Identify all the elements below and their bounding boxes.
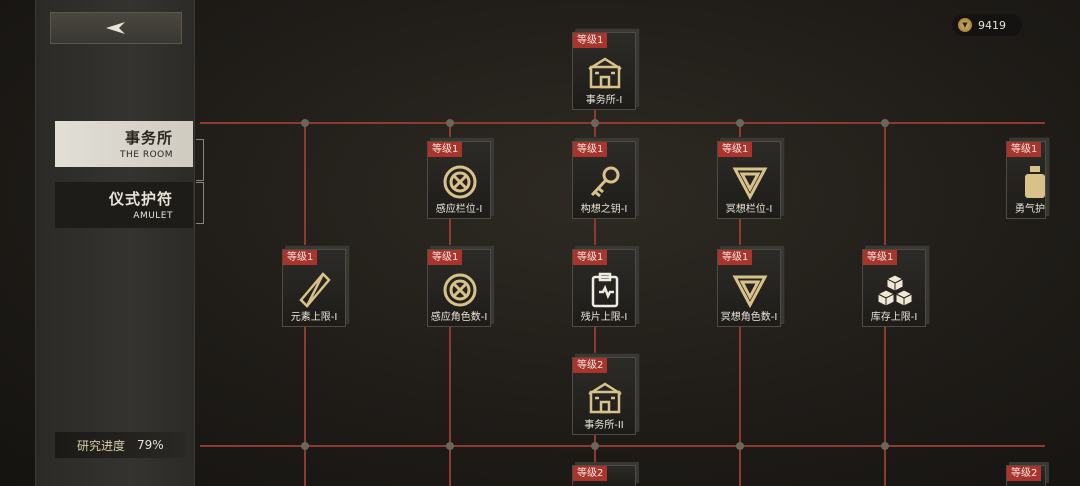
tab-edge-bracket bbox=[196, 139, 204, 181]
node-name: 元素上限-I bbox=[290, 312, 338, 323]
node-name: 残片上限-I bbox=[580, 312, 628, 323]
currency-display: ▼ 9419 bbox=[952, 14, 1022, 36]
node-sense-slot-1[interactable]: 等级1 感应栏位-I bbox=[427, 141, 491, 219]
node-fragment-limit-1[interactable]: 等级1 残片上限-I bbox=[572, 249, 636, 327]
coin-icon: ▼ bbox=[958, 18, 972, 32]
tab-amulet[interactable]: 仪式护符 AMULET bbox=[55, 182, 193, 228]
node-name: 库存上限-I bbox=[870, 312, 918, 323]
level-badge: 等级1 bbox=[573, 142, 608, 157]
node-name: 事务所-I bbox=[585, 95, 623, 106]
tab-label-en: AMULET bbox=[133, 211, 173, 221]
node-element-limit-1[interactable]: 等级1 元素上限-I bbox=[282, 249, 346, 327]
crosshair-circle-icon bbox=[442, 272, 478, 308]
triangle-eye-icon bbox=[732, 272, 768, 308]
back-arrow-icon bbox=[106, 22, 125, 34]
node-bottom-center[interactable]: 等级2 bbox=[572, 465, 636, 486]
level-badge: 等级2 bbox=[573, 358, 608, 373]
level-badge: 等级1 bbox=[718, 250, 753, 265]
tab-label-en: THE ROOM bbox=[120, 150, 173, 160]
triangle-eye-icon bbox=[732, 164, 768, 200]
node-name: 冥想角色数-I bbox=[720, 312, 778, 323]
node-courage-amulet[interactable]: 等级1 勇气护 bbox=[1006, 141, 1046, 219]
progress-label: 研究进度 bbox=[77, 438, 126, 453]
back-button[interactable] bbox=[50, 12, 182, 44]
node-bottom-right[interactable]: 等级2 bbox=[1006, 465, 1046, 486]
node-office-2[interactable]: 等级2 事务所-II bbox=[572, 357, 636, 435]
level-badge: 等级1 bbox=[1007, 142, 1042, 157]
level-badge: 等级1 bbox=[428, 250, 463, 265]
node-name: 冥想栏位-I bbox=[725, 204, 773, 215]
tab-label-zh: 仪式护符 bbox=[108, 190, 173, 208]
level-badge: 等级1 bbox=[573, 33, 608, 48]
level-badge: 等级1 bbox=[428, 142, 463, 157]
level-badge: 等级1 bbox=[283, 250, 318, 265]
research-progress: 研究进度 79% bbox=[55, 432, 185, 458]
node-meditation-roles-1[interactable]: 等级1 冥想角色数-I bbox=[717, 249, 781, 327]
currency-amount: 9419 bbox=[978, 18, 1006, 32]
level-badge: 等级1 bbox=[573, 250, 608, 265]
node-sense-roles-1[interactable]: 等级1 感应角色数-I bbox=[427, 249, 491, 327]
node-name: 事务所-II bbox=[584, 420, 624, 431]
tab-label-zh: 事务所 bbox=[124, 129, 173, 147]
node-name: 构想之钥-I bbox=[580, 204, 628, 215]
boxes-icon bbox=[877, 272, 913, 308]
node-name: 感应栏位-I bbox=[435, 204, 483, 215]
node-office-1[interactable]: 等级1 事务所-I bbox=[572, 32, 636, 110]
progress-value: 79% bbox=[137, 438, 164, 452]
left-sidebar bbox=[35, 0, 195, 486]
level-badge: 等级1 bbox=[718, 142, 753, 157]
node-idea-key-1[interactable]: 等级1 构想之钥-I bbox=[572, 141, 636, 219]
building-icon bbox=[587, 380, 623, 416]
crosshair-circle-icon bbox=[442, 164, 478, 200]
level-badge: 等级2 bbox=[573, 466, 608, 481]
node-name: 勇气护 bbox=[1015, 204, 1045, 215]
tab-the-room[interactable]: 事务所 THE ROOM bbox=[55, 121, 193, 167]
tab-edge-bracket bbox=[196, 182, 204, 224]
key-icon bbox=[587, 164, 623, 200]
building-icon bbox=[587, 55, 623, 91]
node-name: 感应角色数-I bbox=[430, 312, 488, 323]
level-badge: 等级1 bbox=[863, 250, 898, 265]
clipboard-heart-icon bbox=[587, 272, 623, 308]
crystal-icon bbox=[297, 272, 333, 308]
node-meditation-slot-1[interactable]: 等级1 冥想栏位-I bbox=[717, 141, 781, 219]
node-storage-limit-1[interactable]: 等级1 库存上限-I bbox=[862, 249, 926, 327]
level-badge: 等级2 bbox=[1007, 466, 1042, 481]
bottle-icon bbox=[1017, 164, 1045, 200]
